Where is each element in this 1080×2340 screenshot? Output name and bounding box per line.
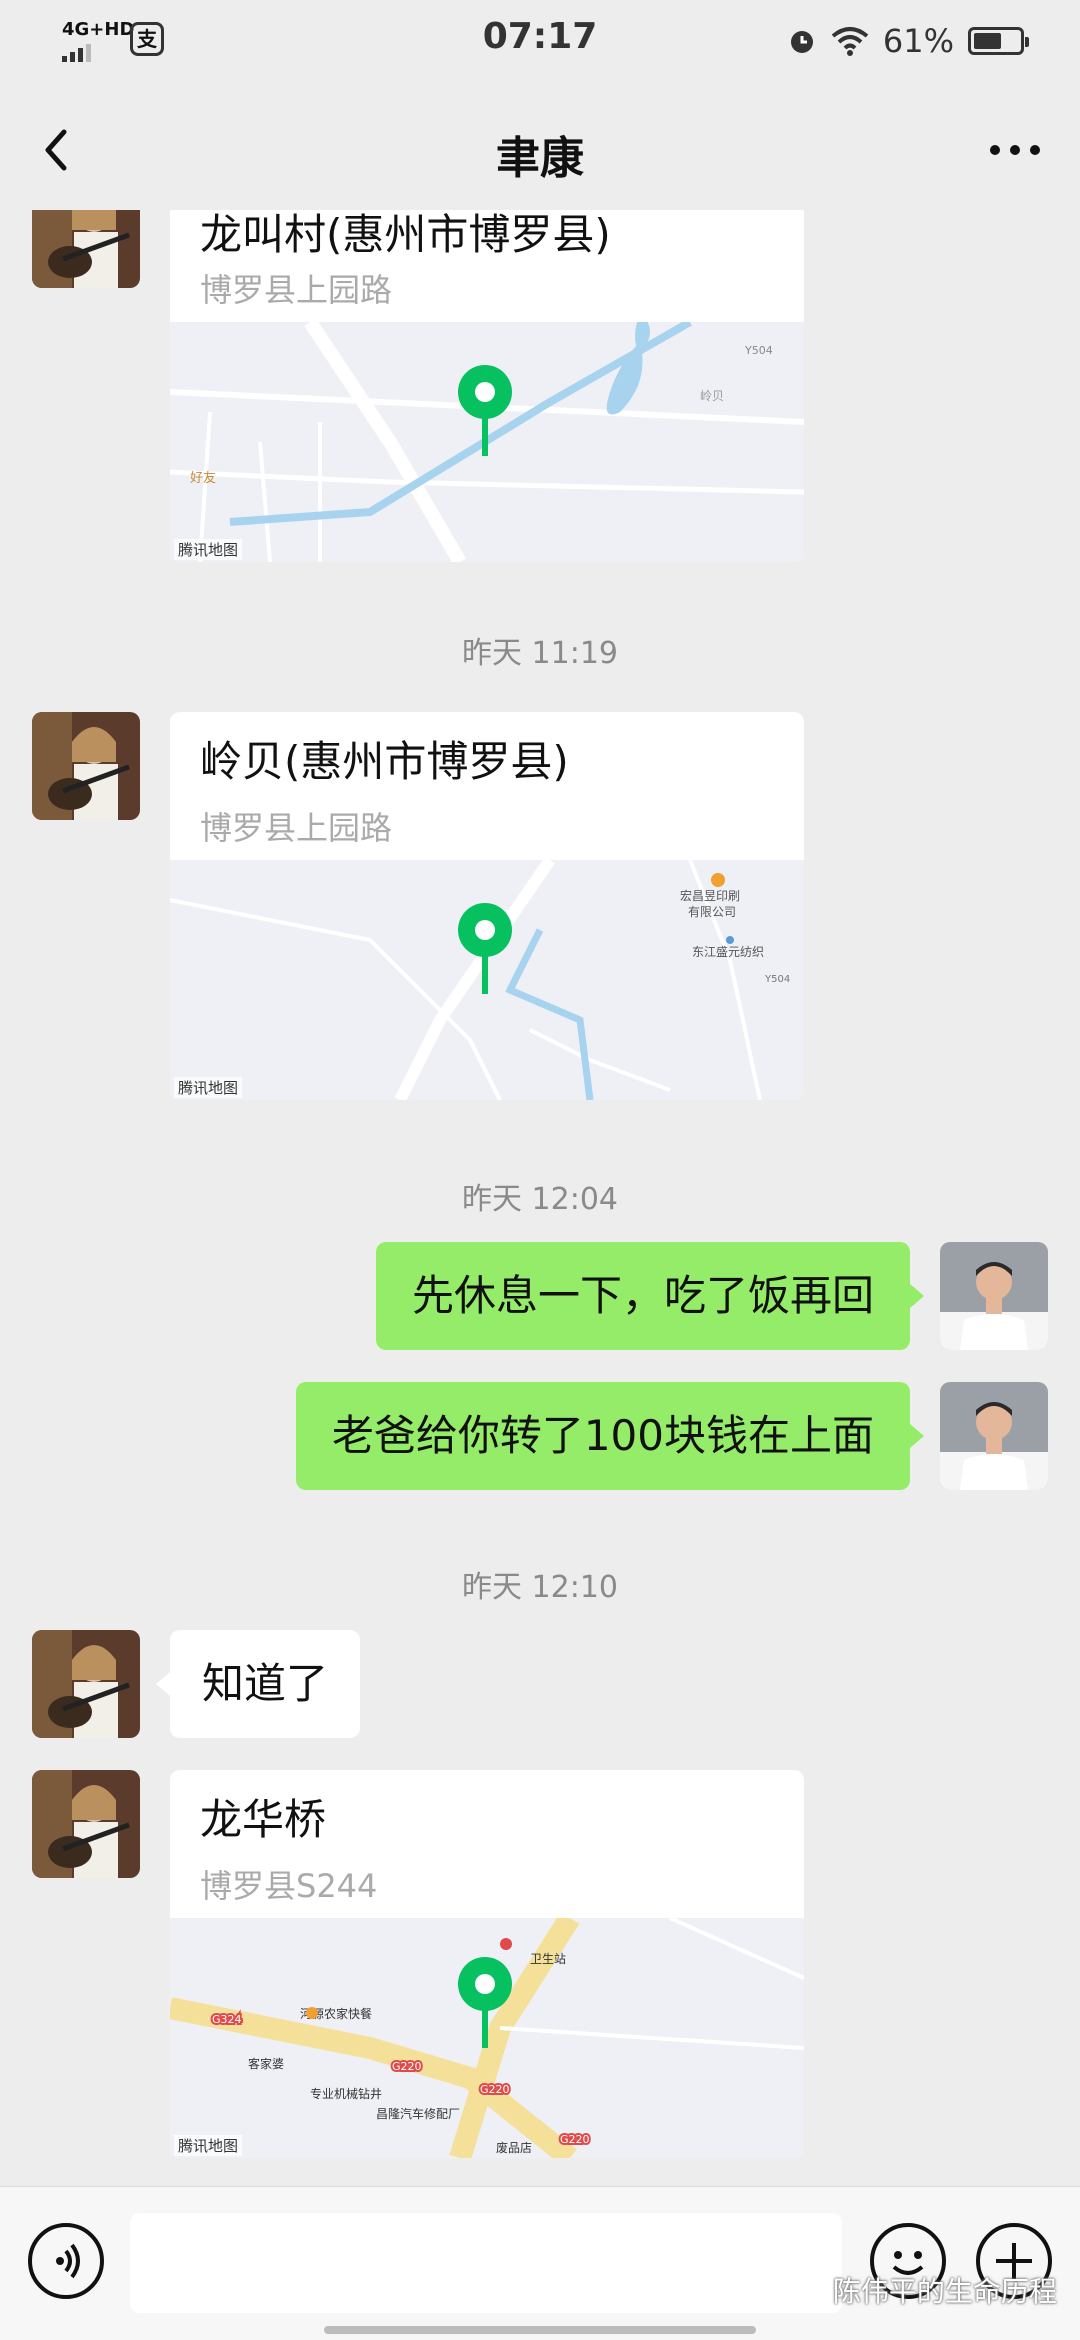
my-avatar[interactable] <box>940 1242 1048 1350</box>
map-label: Y504 <box>744 344 773 357</box>
map-label: 废品店 <box>496 2140 532 2155</box>
battery-fill <box>974 33 1001 49</box>
voice-button[interactable] <box>28 2223 104 2299</box>
avatar[interactable] <box>32 1770 140 1878</box>
location-card[interactable]: 龙叫村(惠州市博罗县) 博罗县上园路 Y504 好友 岭贝 腾讯地图 <box>170 210 804 562</box>
map-thumbnail: 宏昌昱印刷 有限公司 东江盛元纺织 Y504 腾讯地图 <box>170 860 804 1100</box>
location-subtitle: 博罗县S244 <box>200 1867 378 1905</box>
chat-title: 聿康 <box>496 133 584 184</box>
more-icon[interactable] <box>980 120 1050 180</box>
location-title: 龙华桥 <box>200 1795 327 1844</box>
map-thumbnail: 卫生站 河源农家快餐 G324 客家婆 专业机械钻井 昌隆汽车修配厂 G220 … <box>170 1918 804 2158</box>
map-label: 卫生站 <box>530 1952 566 1966</box>
wechat-logo-icon <box>789 2279 825 2306</box>
map-label: 东江盛元纺织 <box>692 944 764 959</box>
map-label: Y504 <box>764 974 790 985</box>
location-card[interactable]: 龙华桥 博罗县S244 卫生站 河源农家快餐 G324 客家婆 专业机械钻井 昌… <box>170 1770 804 2158</box>
map-label: 客家婆 <box>248 2056 284 2071</box>
avatar[interactable] <box>32 712 140 820</box>
watermark-text: 陈伟平的生命历程 <box>832 2275 1057 2308</box>
map-label: G220 <box>560 2133 590 2146</box>
map-label: 昌隆汽车修配厂 <box>376 2106 460 2121</box>
map-label: G220 <box>392 2060 422 2073</box>
location-title: 龙叫村(惠州市博罗县) <box>200 210 611 259</box>
bubble-tail <box>910 1424 924 1448</box>
avatar[interactable] <box>32 1630 140 1738</box>
bubble-tail <box>910 1284 924 1308</box>
location-card[interactable]: 岭贝(惠州市博罗县) 博罗县上园路 宏昌昱印刷 有限公司 东江盛元纺织 Y504… <box>170 712 804 1100</box>
input-bar <box>0 2186 1080 2340</box>
status-bar: 4G+HD 支 07:17 61% <box>0 0 1080 84</box>
map-label: 岭贝 <box>700 389 724 403</box>
watermark: 陈伟平的生命历程 <box>789 2270 1057 2310</box>
battery-percent: 61% <box>882 22 954 60</box>
location-subtitle: 博罗县上园路 <box>200 271 393 309</box>
map-thumbnail: Y504 好友 岭贝 腾讯地图 <box>170 322 804 562</box>
location-title: 岭贝(惠州市博罗县) <box>200 737 569 786</box>
message-input[interactable] <box>130 2213 842 2313</box>
bubble-tail <box>156 1672 170 1696</box>
map-brand: 腾讯地图 <box>174 1077 243 1098</box>
map-label: G220 <box>480 2083 510 2096</box>
map-brand: 腾讯地图 <box>174 539 243 560</box>
avatar[interactable] <box>32 210 140 288</box>
wifi-icon <box>831 27 869 56</box>
map-label: 专业机械钻井 <box>310 2086 382 2101</box>
map-label: G324 <box>212 2013 242 2026</box>
voice-icon <box>56 2243 80 2279</box>
battery-icon <box>968 27 1029 55</box>
map-label: 宏昌昱印刷 <box>680 888 740 903</box>
status-right: 61% <box>787 22 1029 60</box>
message-bubble[interactable]: 先休息一下，吃了饭再回 <box>375 1242 910 1350</box>
timestamp: 昨天 12:10 <box>462 1570 618 1605</box>
timestamp: 昨天 11:19 <box>462 636 618 671</box>
home-indicator[interactable] <box>324 2326 756 2334</box>
nav-bar: 聿康 <box>0 90 1080 210</box>
map-label: 好友 <box>190 470 216 486</box>
map-label: 有限公司 <box>688 905 736 919</box>
location-subtitle: 博罗县上园路 <box>200 809 393 847</box>
my-avatar[interactable] <box>940 1382 1048 1490</box>
chat-area[interactable]: 龙叫村(惠州市博罗县) 博罗县上园路 Y504 好友 岭贝 腾讯地图 昨天 11… <box>0 210 1080 2210</box>
message-bubble[interactable]: 老爸给你转了100块钱在上面 <box>295 1382 910 1490</box>
message-bubble[interactable]: 知道了 <box>170 1630 361 1738</box>
timestamp: 昨天 12:04 <box>462 1182 618 1217</box>
alarm-icon <box>790 31 813 53</box>
map-brand: 腾讯地图 <box>174 2135 243 2156</box>
